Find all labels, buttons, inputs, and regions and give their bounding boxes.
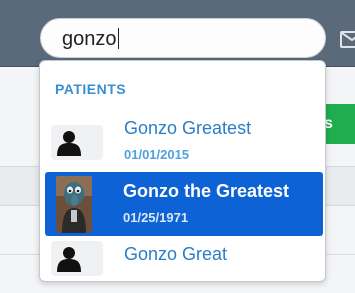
patient-dob: 01/25/1971 (123, 210, 189, 225)
patient-name: Gonzo Great (124, 244, 228, 264)
person-silhouette-icon (51, 125, 103, 160)
patient-name: Gonzo Greatest (124, 118, 252, 138)
patient-result-item[interactable]: Gonzo Greatest 01/01/2015 (40, 116, 325, 166)
top-bar: gonzo (0, 0, 355, 67)
patient-result-item[interactable]: Gonzo Great (40, 239, 325, 281)
person-silhouette-icon (51, 241, 103, 276)
patient-name: Gonzo the Greatest (123, 181, 290, 201)
patient-dob: 01/01/2015 (124, 147, 190, 162)
search-results-dropdown: PATIENTS Gonzo Greatest 01/01/2015 Gonzo… (39, 60, 326, 282)
mail-icon[interactable] (340, 31, 355, 48)
patient-photo (56, 176, 92, 233)
search-input-value: gonzo (62, 28, 119, 50)
text-caret (117, 28, 119, 49)
section-label-patients: PATIENTS (55, 81, 127, 97)
patient-result-item-selected[interactable]: Gonzo the Greatest 01/25/1971 (45, 172, 323, 236)
search-input[interactable]: gonzo (40, 18, 326, 58)
